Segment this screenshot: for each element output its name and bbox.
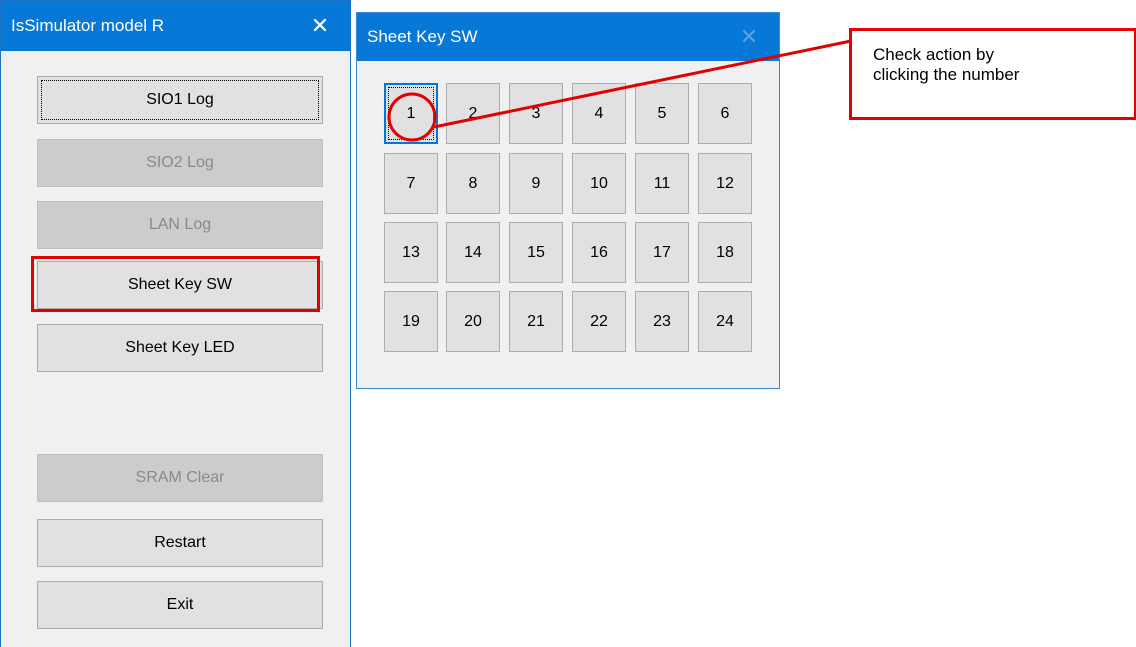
sram-clear-button[interactable]: SRAM Clear <box>37 454 323 502</box>
restart-button[interactable]: Restart <box>37 519 323 567</box>
callout-text-line1: Check action by <box>873 45 994 64</box>
key-button-20[interactable]: 20 <box>446 291 500 352</box>
key-button-6[interactable]: 6 <box>698 83 752 144</box>
callout-text-line2: clicking the number <box>873 65 1020 84</box>
main-window-title: IsSimulator model R <box>11 16 165 35</box>
key-button-18[interactable]: 18 <box>698 222 752 283</box>
key-button-24[interactable]: 24 <box>698 291 752 352</box>
key-button-5[interactable]: 5 <box>635 83 689 144</box>
key-button-3[interactable]: 3 <box>509 83 563 144</box>
main-window: IsSimulator model R ✕ SIO1 Log SIO2 Log … <box>0 0 351 647</box>
key-button-4[interactable]: 4 <box>572 83 626 144</box>
close-icon[interactable]: ✕ <box>298 1 342 51</box>
main-window-titlebar[interactable]: IsSimulator model R ✕ <box>1 1 350 51</box>
key-button-8[interactable]: 8 <box>446 153 500 214</box>
callout-box: Check action by clicking the number <box>849 28 1136 120</box>
key-button-15[interactable]: 15 <box>509 222 563 283</box>
close-icon[interactable]: ✕ <box>727 13 771 61</box>
key-button-19[interactable]: 19 <box>384 291 438 352</box>
exit-button[interactable]: Exit <box>37 581 323 629</box>
key-button-13[interactable]: 13 <box>384 222 438 283</box>
key-button-21[interactable]: 21 <box>509 291 563 352</box>
key-button-10[interactable]: 10 <box>572 153 626 214</box>
sheet-key-sw-window: Sheet Key SW ✕ 1 2 3 4 5 6 7 8 9 10 11 12 13 14 15 16 17… <box>356 12 780 389</box>
sheet-window-title: Sheet Key SW <box>367 27 478 46</box>
sio1-log-button[interactable]: SIO1 Log <box>37 76 323 124</box>
key-button-22[interactable]: 22 <box>572 291 626 352</box>
key-button-2[interactable]: 2 <box>446 83 500 144</box>
key-button-7[interactable]: 7 <box>384 153 438 214</box>
sheet-key-led-button[interactable]: Sheet Key LED <box>37 324 323 372</box>
key-button-17[interactable]: 17 <box>635 222 689 283</box>
sheet-window-titlebar[interactable]: Sheet Key SW ✕ <box>357 13 779 61</box>
key-button-1[interactable]: 1 <box>384 83 438 144</box>
key-button-16[interactable]: 16 <box>572 222 626 283</box>
key-button-11[interactable]: 11 <box>635 153 689 214</box>
sio2-log-button[interactable]: SIO2 Log <box>37 139 323 187</box>
key-button-14[interactable]: 14 <box>446 222 500 283</box>
key-button-23[interactable]: 23 <box>635 291 689 352</box>
sheet-key-sw-button[interactable]: Sheet Key SW <box>37 261 323 309</box>
key-button-9[interactable]: 9 <box>509 153 563 214</box>
key-button-12[interactable]: 12 <box>698 153 752 214</box>
lan-log-button[interactable]: LAN Log <box>37 201 323 249</box>
